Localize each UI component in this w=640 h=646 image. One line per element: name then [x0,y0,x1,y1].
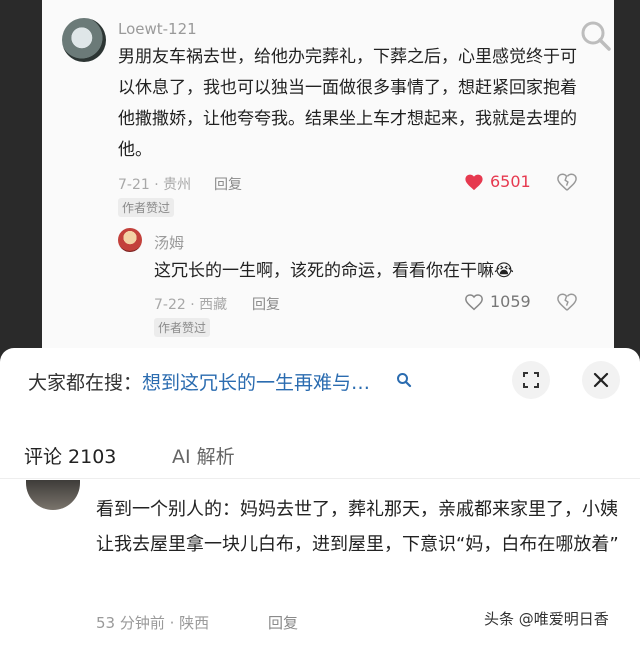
reply-button[interactable]: 回复 [268,612,298,633]
reply-button[interactable]: 回复 [214,174,242,194]
expand-icon[interactable] [512,361,550,399]
reply-button[interactable]: 回复 [252,294,280,314]
broken-heart-icon[interactable] [556,292,578,316]
comment-text: 看到一个别人的：妈妈去世了，葬礼那天，亲戚都来家里了，小姨让我去屋里拿一块儿白布… [96,499,619,555]
like-count: 6501 [490,172,531,191]
tab-ai-analysis[interactable]: AI 解析 [172,442,235,469]
search-icon[interactable] [396,371,412,393]
broken-heart-icon[interactable] [556,172,578,196]
avatar[interactable] [118,228,142,252]
like-button[interactable]: 6501 [464,172,531,191]
heart-outline-icon [465,293,483,310]
author-liked-badge: 作者赞过 [154,318,211,337]
reply-date-location: 7-22 · 西藏 [154,297,228,313]
author-liked-badge: 作者赞过 [118,198,175,217]
heart-filled-icon [465,174,483,190]
close-icon[interactable] [582,361,620,399]
trending-search-bar[interactable]: 大家都在搜： 想到这冗长的一生再难与… [28,368,412,395]
like-button[interactable]: 1059 [464,292,531,311]
like-count: 1059 [490,292,531,311]
comment-text: 男朋友车祸去世，给他办完葬礼，下葬之后，心里感觉终于可以休息了，我也可以独当一面… [118,47,577,160]
avatar[interactable] [62,18,106,62]
tab-comments[interactable]: 评论 2103 [24,442,116,469]
trending-search-query[interactable]: 想到这冗长的一生再难与… [142,368,370,395]
comment-date-location: 7-21 · 贵州 [118,177,192,193]
reply-username[interactable]: 汤姆 [154,232,184,253]
comment-date-location: 53 分钟前 · 陕西 [96,614,210,632]
search-icon[interactable] [578,18,614,54]
divider [0,478,640,479]
trending-search-prefix: 大家都在搜： [28,372,143,394]
watermark: 头条 @唯爱明日香 [484,608,609,629]
comment-username[interactable]: Loewt-121 [118,20,197,38]
reply-text: 这冗长的一生啊，该死的命运，看看你在干嘛😭 [154,261,514,281]
